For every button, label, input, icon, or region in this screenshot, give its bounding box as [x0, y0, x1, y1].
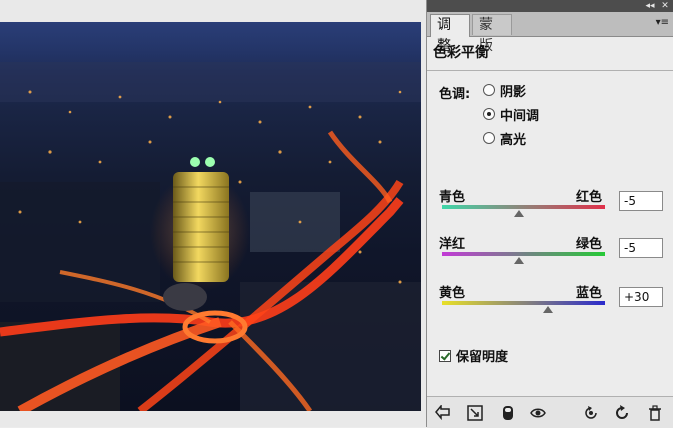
preserve-luminosity-checkbox[interactable]: [439, 349, 451, 362]
slider-thumb[interactable]: [542, 306, 553, 313]
radio-label: 高光: [500, 132, 527, 148]
night-city-photo: [0, 22, 421, 411]
slider-right-label: 红色: [576, 190, 603, 205]
close-icon[interactable]: ✕: [659, 0, 671, 12]
clip-to-layer-icon[interactable]: [467, 405, 483, 421]
slider-left-label: 洋红: [439, 237, 466, 252]
preserve-luminosity-option[interactable]: 保留明度: [439, 346, 508, 365]
radio-button[interactable]: [483, 84, 495, 96]
reset-previous-icon[interactable]: [583, 405, 599, 421]
return-arrow-icon[interactable]: [435, 405, 451, 421]
slider-value-input[interactable]: -5: [619, 191, 663, 211]
radio-button[interactable]: [483, 108, 495, 120]
adjustments-panel: ◂◂ ✕ 调整 蒙版 ▾≡ 色彩平衡 色调: 阴影 中间调 高光 青色 红色 -…: [426, 0, 673, 428]
slider-right-label: 蓝色: [576, 286, 603, 301]
radio-midtones[interactable]: 中间调: [483, 105, 540, 124]
slider-left-label: 青色: [439, 190, 466, 205]
slider-value-input[interactable]: +30: [619, 287, 663, 307]
radio-label: 阴影: [500, 84, 527, 100]
radio-label: 中间调: [500, 108, 540, 124]
radio-highlights[interactable]: 高光: [483, 129, 527, 148]
eye-icon[interactable]: [530, 405, 546, 421]
slider-track[interactable]: [442, 301, 605, 305]
collapse-icon[interactable]: ◂◂: [643, 0, 657, 12]
slider-thumb[interactable]: [514, 257, 525, 264]
radio-button[interactable]: [483, 132, 495, 144]
slider-value-input[interactable]: -5: [619, 238, 663, 258]
trash-icon[interactable]: [647, 405, 663, 421]
panel-menu-icon[interactable]: ▾≡: [656, 17, 669, 29]
document-canvas[interactable]: [0, 0, 426, 427]
panel-tab-bar: 调整 蒙版 ▾≡: [427, 12, 673, 54]
preserve-luminosity-label: 保留明度: [456, 350, 509, 365]
page-title: 色彩平衡: [433, 45, 489, 61]
panel-bottom-toolbar: [427, 396, 673, 428]
tab-masks[interactable]: 蒙版: [472, 14, 512, 54]
slider-left-label: 黄色: [439, 286, 466, 301]
radio-shadows[interactable]: 阴影: [483, 81, 527, 100]
layer-mask-icon[interactable]: [500, 405, 516, 421]
slider-thumb[interactable]: [514, 210, 525, 217]
slider-track[interactable]: [442, 205, 605, 209]
slider-right-label: 绿色: [576, 237, 603, 252]
panel-header: 色彩平衡: [427, 37, 673, 71]
tone-label: 色调:: [439, 87, 471, 102]
slider-track[interactable]: [442, 252, 605, 256]
tab-adjustments[interactable]: 调整: [430, 14, 470, 54]
reset-icon[interactable]: [614, 405, 630, 421]
panel-title-bar: ◂◂ ✕: [427, 0, 673, 12]
